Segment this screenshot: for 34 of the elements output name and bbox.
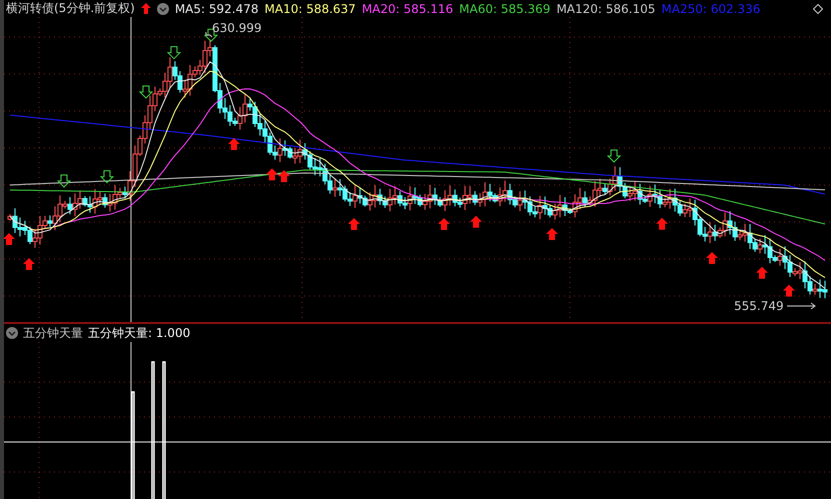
up-arrow-icon (266, 168, 278, 180)
up-arrow-icon (706, 252, 718, 264)
up-arrow-icon (546, 228, 558, 240)
high-price-label: 630.999 (212, 21, 262, 35)
up-arrow-icon (656, 218, 668, 230)
indicator-value: 五分钟天量: 1.000 (88, 324, 190, 342)
dropdown-icon[interactable] (156, 2, 169, 14)
up-arrow-icon (438, 218, 450, 230)
up-arrow-icon (756, 266, 768, 279)
down-arrow-icon (166, 46, 182, 60)
ma-legend-label: MA20: 585.116 (362, 2, 454, 16)
up-arrow-icon (348, 218, 360, 230)
diamond-icon[interactable] (813, 4, 823, 14)
indicator-name: 五分钟天量 (23, 324, 83, 342)
chart-title: 横河转债(5分钟.前复权) (6, 0, 135, 17)
up-arrow-icon (228, 138, 240, 150)
up-arrow-icon (783, 284, 795, 297)
up-arrow-icon (278, 170, 290, 182)
up-arrow-icon (23, 258, 35, 270)
down-arrow-icon (138, 86, 154, 99)
up-arrow-icon (470, 216, 482, 228)
low-price-label: 555.749 (734, 299, 784, 313)
up-arrow-icon (140, 3, 151, 14)
ma-legend-label: MA250: 602.336 (661, 2, 760, 16)
dropdown-icon[interactable] (6, 327, 18, 339)
ma-legend-label: MA120: 586.105 (556, 2, 656, 16)
ma-legend-label: MA5: 592.478 (174, 2, 258, 16)
down-arrow-icon (56, 174, 72, 188)
ma-legend-label: MA10: 588.637 (264, 2, 356, 16)
ma-legend-label: MA60: 585.369 (459, 2, 550, 16)
down-arrow-icon (606, 150, 622, 163)
down-arrow-icon (100, 170, 114, 184)
leader-arrow (786, 302, 816, 310)
up-arrow-icon (4, 233, 15, 245)
